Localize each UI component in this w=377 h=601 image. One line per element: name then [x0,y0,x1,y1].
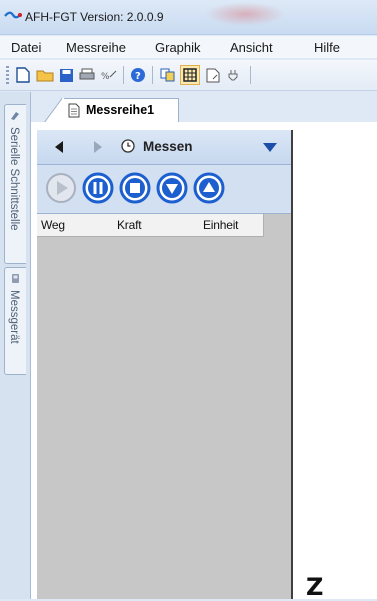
document-icon [68,103,80,118]
side-tab-label: Messgerät [8,290,20,344]
export-icon[interactable] [203,65,223,85]
new-document-icon[interactable] [13,65,33,85]
tab-messreihe1[interactable]: Messreihe1 [44,98,179,123]
toolbar-separator [123,66,124,84]
menu-graphik[interactable]: Graphik [155,40,201,55]
side-tab-device[interactable]: Messgerät [4,267,26,375]
serial-icon [11,112,19,120]
document-content: Messen Weg Kraft Einheit [31,122,377,599]
side-tab-serial[interactable]: Serielle Schnittstelle [4,104,26,264]
menu-bar: Datei Messreihe Graphik Ansicht Hilfe [0,36,377,58]
open-folder-icon[interactable] [35,65,55,85]
print-icon[interactable] [77,65,97,85]
menu-datei[interactable]: Datei [11,40,41,55]
toolbar-grip[interactable] [6,66,9,84]
title-bar: AFH-FGT Version: 2.0.0.9 [0,0,377,35]
side-tab-strip: Serielle Schnittstelle Messgerät [0,92,31,599]
copy-icon[interactable] [158,65,178,85]
toolbar: % ? [0,60,377,91]
device-icon [12,274,19,283]
play-icon[interactable] [45,172,77,204]
panel-header: Messen [37,130,291,165]
tab-slant [44,98,64,123]
toolbar-separator [152,66,153,84]
mode-label: Messen [143,139,193,154]
nav-right-icon[interactable] [93,141,102,153]
measurement-panel: Messen Weg Kraft Einheit [37,130,293,599]
app-logo-icon [4,11,22,19]
tab-label: Messreihe1 [86,103,155,117]
svg-text:?: ? [135,71,141,82]
svg-text:%: % [101,72,110,81]
up-icon[interactable] [193,172,225,204]
side-tab-label: Serielle Schnittstelle [8,127,20,231]
canvas-mark: Z [306,573,324,601]
menu-hilfe[interactable]: Hilfe [314,40,340,55]
column-header-einheit[interactable]: Einheit [203,218,238,232]
toolbar-separator [250,66,251,84]
document-tab-row: Messreihe1 [31,92,377,123]
column-header-kraft[interactable]: Kraft [117,218,142,232]
grid-icon[interactable] [180,65,200,85]
measurement-table-header: Weg Kraft Einheit [37,214,264,237]
column-header-weg[interactable]: Weg [41,218,65,232]
chevron-down-icon[interactable] [263,143,277,152]
clock-icon [121,139,135,153]
save-icon[interactable] [56,65,76,85]
connect-icon[interactable] [225,65,245,85]
scale-icon[interactable]: % [99,65,119,85]
window-title: AFH-FGT Version: 2.0.0.9 [25,10,164,24]
help-icon[interactable]: ? [128,65,148,85]
pause-icon[interactable] [82,172,114,204]
menu-ansicht[interactable]: Ansicht [230,40,273,55]
down-icon[interactable] [156,172,188,204]
menu-messreihe[interactable]: Messreihe [66,40,126,55]
control-button-bar [37,165,291,214]
stop-icon[interactable] [119,172,151,204]
nav-left-icon[interactable] [55,141,64,153]
title-glow [205,2,285,26]
